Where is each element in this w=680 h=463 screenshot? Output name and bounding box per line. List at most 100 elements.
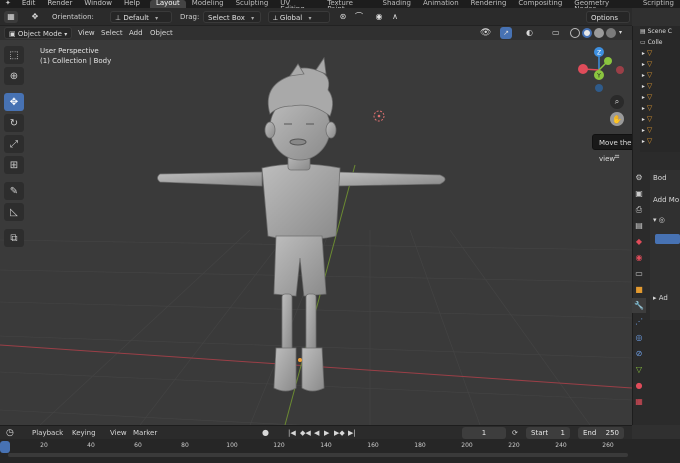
navigation-gizmo[interactable]: Z Y — [576, 45, 626, 95]
outliner-item[interactable]: ▸ ▽ — [640, 103, 680, 114]
axis-gizmo[interactable]: Z Y — [576, 45, 626, 95]
material-properties-icon[interactable]: ● — [632, 378, 646, 393]
modifier-properties-icon[interactable]: 🔧 — [632, 298, 646, 313]
playhead[interactable] — [0, 441, 10, 453]
constraints-properties-icon[interactable]: ⊘ — [632, 346, 646, 361]
world-properties-icon[interactable]: ◉ — [632, 250, 646, 265]
scene-properties-icon[interactable]: ◆ — [632, 234, 646, 249]
tab-texture-paint[interactable]: Texture Paint — [321, 0, 376, 13]
current-frame-field[interactable]: 1 — [462, 427, 506, 439]
modifier-header[interactable]: ▾ ◎ — [653, 216, 665, 224]
tab-compositing[interactable]: Compositing — [512, 0, 568, 8]
camera-view-icon[interactable]: ⌗ — [610, 150, 624, 164]
record-icon[interactable]: ● — [262, 427, 269, 439]
visibility-icon[interactable]: 👁 — [480, 27, 491, 39]
collection-properties-icon[interactable]: ▭ — [632, 266, 646, 281]
add-modifier-button[interactable]: Add Mo — [653, 196, 679, 204]
tab-animation[interactable]: Animation — [417, 0, 465, 8]
xray-toggle-icon[interactable]: ▭ — [552, 27, 560, 39]
outliner-item[interactable]: ▸ ▽ — [640, 59, 680, 70]
menu-add[interactable]: Add — [129, 27, 143, 39]
move-tool-icon[interactable]: ✥ — [4, 93, 24, 111]
move-view-hand-icon[interactable]: ✋ — [610, 112, 624, 126]
character-mesh[interactable] — [157, 56, 446, 392]
outliner-item[interactable]: ▸ ▽ — [640, 114, 680, 125]
pivot-icon[interactable]: ⊛ — [336, 11, 350, 23]
transform-orientation-dropdown[interactable]: ⟂ Global ▾ — [268, 11, 330, 23]
zoom-icon[interactable]: ⌕ — [610, 95, 624, 109]
outliner-scene-row[interactable]: ▤ Scene C — [640, 26, 680, 37]
add-panel-label[interactable]: ▸ Ad — [653, 294, 668, 302]
gizmo-toggle-icon[interactable]: ↗ — [500, 27, 512, 39]
tab-uv-editing[interactable]: UV Editing — [274, 0, 321, 13]
tab-modeling[interactable]: Modeling — [186, 0, 230, 8]
outliner-item[interactable]: ▸ ▽ — [640, 92, 680, 103]
menu-object[interactable]: Object — [150, 27, 173, 39]
scale-tool-icon[interactable]: ⤢ — [4, 135, 24, 153]
transform-tool-icon[interactable]: ✥ — [28, 11, 42, 23]
cursor-tool-icon[interactable]: ⊕ — [4, 67, 24, 85]
annotate-tool-icon[interactable]: ✎ — [4, 182, 24, 200]
menu-select[interactable]: Select — [101, 27, 123, 39]
blender-logo-icon[interactable]: ✦ — [0, 0, 16, 8]
material-shading-icon[interactable] — [594, 28, 604, 38]
outliner-collection-row[interactable]: ▭ Colle — [640, 37, 680, 48]
3d-viewport[interactable]: User Perspective (1) Collection | Body — [0, 40, 632, 425]
texture-properties-icon[interactable]: ▦ — [632, 394, 646, 409]
outliner-item[interactable]: ▸ ▽ — [640, 81, 680, 92]
tab-sculpting[interactable]: Sculpting — [230, 0, 275, 8]
proportional-edit-icon[interactable]: ◉ — [372, 11, 386, 23]
outliner-item[interactable]: ▸ ▽ — [640, 70, 680, 81]
menu-view[interactable]: View — [110, 427, 127, 439]
prev-keyframe-icon[interactable]: ◆◀ — [300, 427, 311, 439]
measure-tool-icon[interactable]: ◺ — [4, 203, 24, 221]
drag-dropdown[interactable]: Select Box ▾ — [203, 11, 261, 23]
solid-shading-icon[interactable] — [582, 28, 592, 38]
select-box-tool-icon[interactable]: ⬚ — [4, 46, 24, 64]
play-icon[interactable]: ▶ — [324, 427, 329, 439]
tab-shading[interactable]: Shading — [377, 0, 417, 8]
snap-icon[interactable]: ⌒ — [352, 11, 366, 23]
next-keyframe-icon[interactable]: ▶◆ — [334, 427, 345, 439]
object-mode-dropdown[interactable]: ▣ Object Mode ▾ — [4, 27, 73, 39]
timeline-editor-icon[interactable]: ◷ — [6, 427, 14, 439]
tool-properties-icon[interactable]: ⚙ — [632, 170, 646, 185]
modifier-bar[interactable] — [655, 234, 680, 244]
timeline-scrollbar[interactable] — [8, 453, 628, 457]
menu-view[interactable]: View — [78, 27, 95, 39]
preview-range-icon[interactable]: ⟳ — [512, 427, 518, 439]
menu-marker[interactable]: Marker — [133, 427, 157, 439]
menu-render[interactable]: Render — [41, 0, 78, 8]
object-name-field[interactable]: Bod — [653, 174, 667, 182]
view-layer-icon[interactable]: ▤ — [632, 218, 646, 233]
menu-playback[interactable]: Playback — [32, 427, 63, 439]
falloff-icon[interactable]: ∧ — [388, 11, 402, 23]
output-properties-icon[interactable]: ⎙ — [632, 202, 646, 217]
outliner-item[interactable]: ▸ ▽ — [640, 136, 680, 147]
physics-properties-icon[interactable]: ◎ — [632, 330, 646, 345]
overlay-toggle-icon[interactable]: ◐ — [526, 27, 533, 39]
tab-layout[interactable]: Layout — [149, 0, 186, 8]
menu-edit[interactable]: Edit — [16, 0, 42, 8]
play-reverse-icon[interactable]: ◀ — [314, 427, 319, 439]
outliner-item[interactable]: ▸ ▽ — [640, 125, 680, 136]
orientation-dropdown[interactable]: ⊥ Default ▾ — [110, 11, 172, 23]
tab-scripting[interactable]: Scripting — [637, 0, 680, 8]
particles-properties-icon[interactable]: ⋰ — [632, 314, 646, 329]
object-properties-icon[interactable]: ■ — [632, 282, 646, 297]
outliner-item[interactable]: ▸ ▽ — [640, 48, 680, 59]
tab-geometry-nodes[interactable]: Geometry Nodes — [568, 0, 637, 13]
render-properties-icon[interactable]: ▣ — [632, 186, 646, 201]
jump-end-icon[interactable]: ▶| — [348, 427, 356, 439]
shading-options-chevron-icon[interactable]: ▾ — [619, 27, 622, 39]
jump-start-icon[interactable]: |◀ — [288, 427, 296, 439]
menu-window[interactable]: Window — [78, 0, 118, 8]
add-cube-tool-icon[interactable]: ⧉ — [4, 229, 24, 247]
menu-keying[interactable]: Keying — [72, 427, 96, 439]
tab-rendering[interactable]: Rendering — [465, 0, 513, 8]
start-frame-field[interactable]: Start 1 — [526, 427, 570, 439]
menu-help[interactable]: Help — [118, 0, 146, 8]
data-properties-icon[interactable]: ▽ — [632, 362, 646, 377]
editor-type-icon[interactable]: ▦ — [4, 11, 18, 23]
timeline-ruler[interactable]: 20 40 60 80 100 120 140 160 180 200 220 … — [0, 439, 680, 463]
